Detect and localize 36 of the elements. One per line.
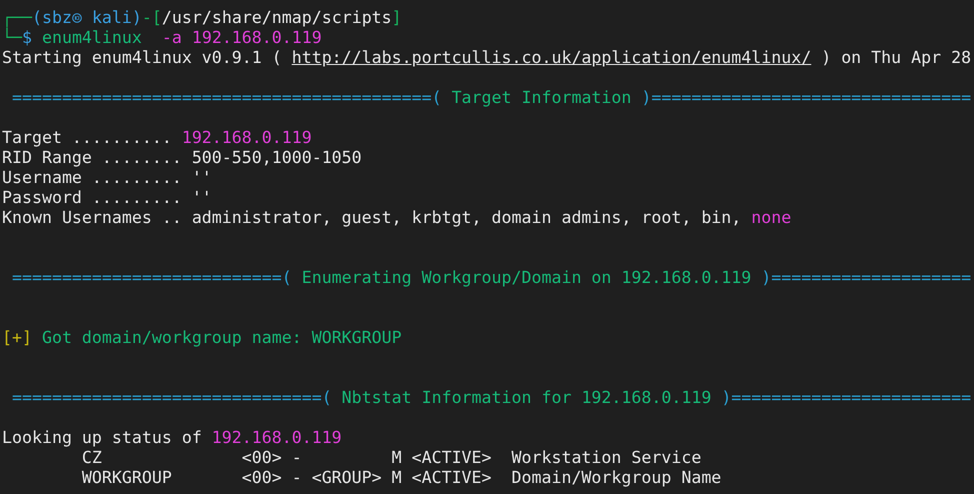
prompt-path: /usr/share/nmap/scripts <box>162 8 392 28</box>
section-rule: ===========================( <box>10 268 292 288</box>
section-rule: ==========================================( <box>10 88 442 108</box>
output-text: Target .......... <box>2 128 173 148</box>
output-text: ) on Thu Apr 28 <box>820 48 972 68</box>
section-heading: Enumerating Workgroup/Domain on 192.168.0.119 <box>300 268 752 288</box>
circled-symbol-icon <box>72 12 82 24</box>
section-rule: )======================== <box>721 388 972 408</box>
prompt-host: kali) <box>90 8 142 28</box>
command-text: enum4linux <box>40 28 142 48</box>
prompt-frame: -[ <box>142 8 162 28</box>
output-text: Username ......... '' <box>2 168 212 188</box>
prompt-frame: ┌── <box>2 8 32 28</box>
prompt-frame: └─ <box>2 28 22 48</box>
url-link[interactable]: http://labs.portcullis.co.uk/application/enum4linux/ <box>292 48 812 68</box>
status-marker: [+] <box>2 328 32 348</box>
output-text: Starting enum4linux v0.9.1 ( <box>2 48 283 68</box>
output-text: CZ <00> - M <ACTIVE> Workstation Service <box>80 448 702 468</box>
output-text: Known Usernames .. administrator, guest, krbtgt, domain admins, root, bin, <box>2 208 742 228</box>
section-rule: )==================== <box>761 268 972 288</box>
section-heading: Target Information <box>450 88 632 108</box>
status-message: Got domain/workgroup name: WORKGROUP <box>40 328 402 348</box>
highlighted-value: 192.168.0.119 <box>182 128 312 148</box>
prompt-frame: ] <box>392 8 402 28</box>
output-text: Password ......... '' <box>2 188 212 208</box>
highlighted-value: none <box>751 208 792 228</box>
output-text: RID Range ........ 500-550,1000-1050 <box>2 148 362 168</box>
output-text: Looking up status of <box>2 428 203 448</box>
output-text: WORKGROUP <00> - <GROUP> M <ACTIVE> Domain/Workgroup Name <box>80 468 722 488</box>
section-rule: )================================ <box>641 88 972 108</box>
command-argument: -a 192.168.0.119 <box>160 28 322 48</box>
section-rule: ===============================( <box>10 388 332 408</box>
highlighted-value: 192.168.0.119 <box>212 428 342 448</box>
section-heading: Nbtstat Information for 192.168.0.119 <box>340 388 712 408</box>
prompt-user: (sbz <box>32 8 72 27</box>
prompt-user: $ <box>22 28 32 48</box>
